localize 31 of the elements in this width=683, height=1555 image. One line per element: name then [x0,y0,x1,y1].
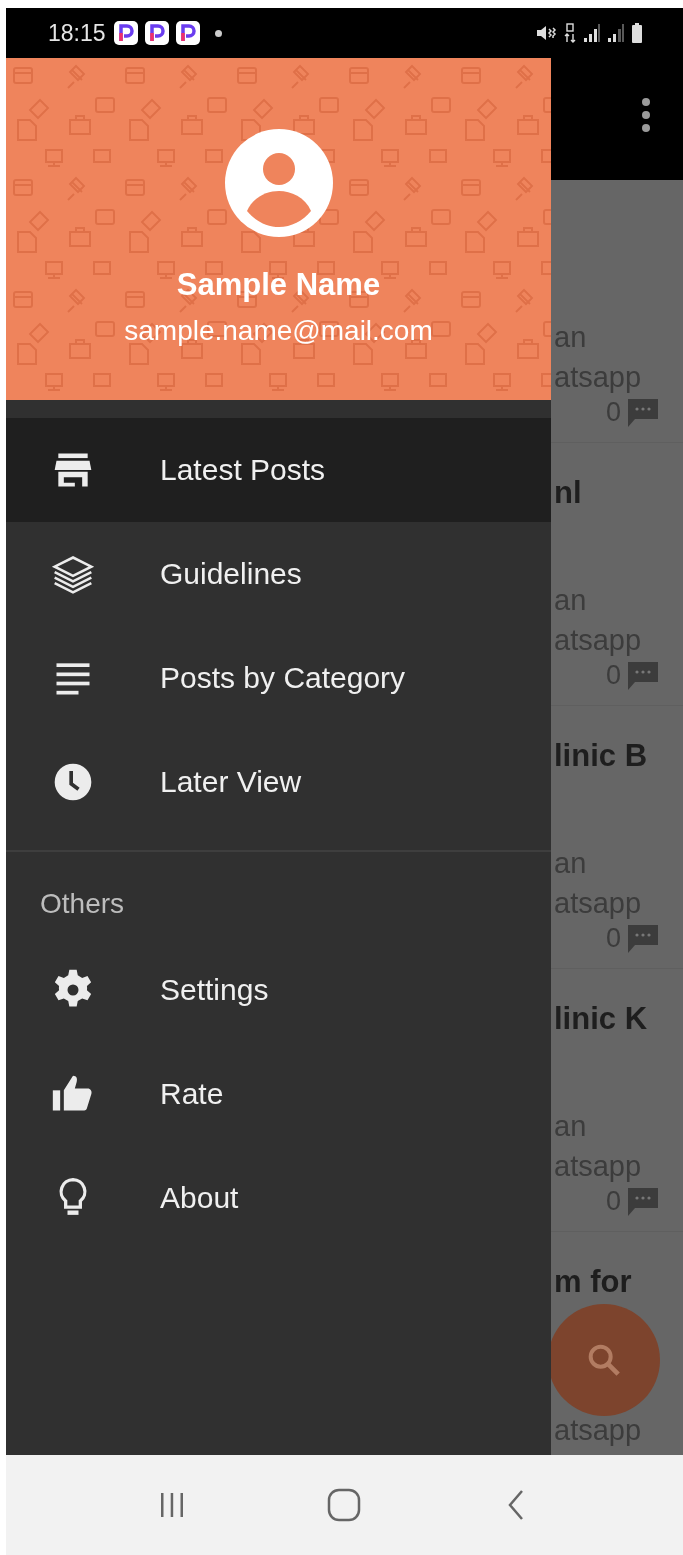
post-title: nl [554,474,582,512]
signal-icon [583,23,601,43]
post-title: linic B [554,737,647,775]
comment-icon [627,923,659,954]
mute-icon [535,23,557,43]
user-name: Sample Name [176,267,381,303]
app-icon [175,21,200,45]
app-icon [113,21,138,45]
menu-item[interactable]: Latest Posts [6,418,551,522]
battery-icon [631,23,643,43]
more-options-icon[interactable] [641,97,651,133]
menu-item[interactable]: Later View [6,730,551,834]
post-title: m for [554,1263,632,1301]
notification-dot [214,29,222,37]
menu-item[interactable]: Rate [6,1042,551,1146]
home-icon[interactable] [326,1487,363,1523]
menu-item[interactable]: Posts by Category [6,626,551,730]
avatar-icon [224,129,333,237]
menu-item[interactable]: Guidelines [6,522,551,626]
signal-icon [607,23,625,43]
section-title: Others [39,887,126,921]
comment-icon [627,1186,659,1217]
menu-item[interactable]: Settings [6,938,551,1042]
post-title: linic K [554,1000,647,1038]
user-email: sample.name@mail.com [124,315,433,347]
app-icon [144,21,169,45]
comment-icon [627,660,659,691]
status-time: 18:15 [48,19,106,47]
menu-item[interactable]: About [6,1146,551,1250]
comment-icon [627,397,659,428]
data-arrows-icon [563,23,577,43]
